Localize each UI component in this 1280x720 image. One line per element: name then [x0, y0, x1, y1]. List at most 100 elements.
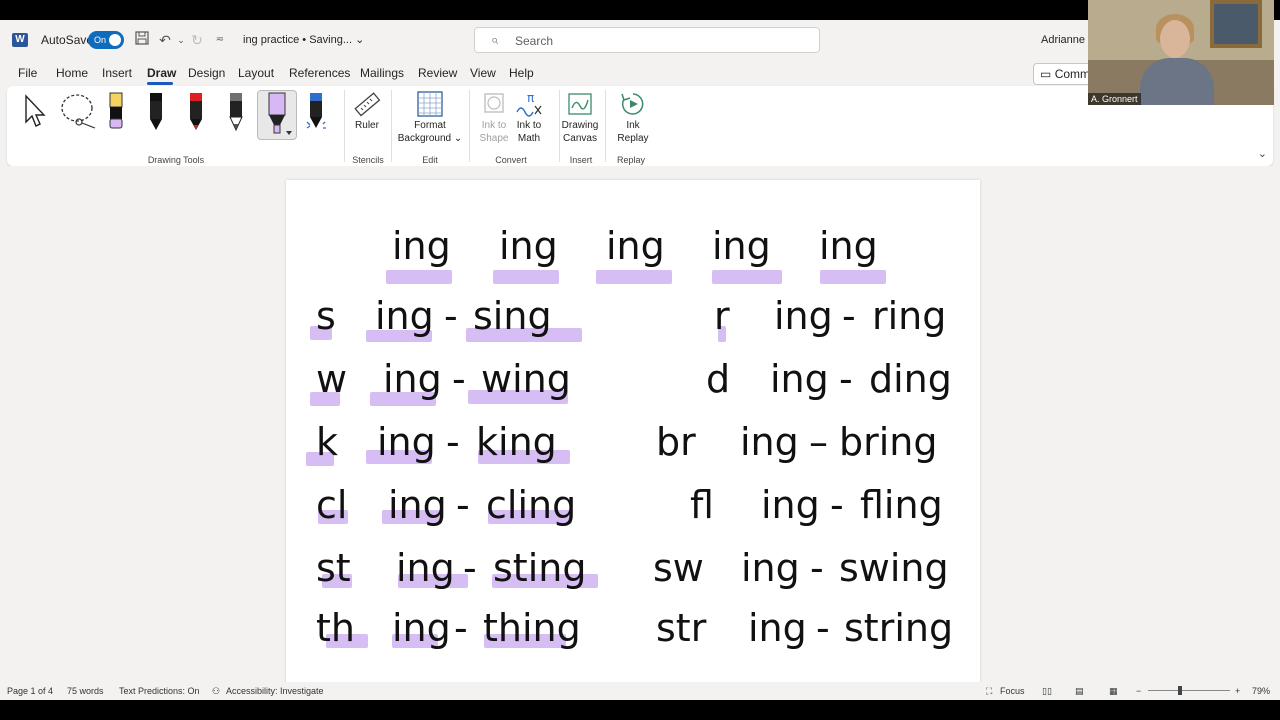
search-icon: ⌕: [491, 32, 499, 47]
tab-home[interactable]: Home: [56, 66, 88, 80]
left-stem-4: ing: [388, 483, 447, 527]
ribbon-separator: [469, 90, 470, 162]
right-prefix-6: str: [656, 606, 707, 650]
left-word-2: wing: [481, 357, 571, 401]
tab-insert[interactable]: Insert: [102, 66, 132, 80]
autosave-state: On: [94, 35, 107, 45]
tab-view[interactable]: View: [470, 66, 496, 80]
comments-label: Comm: [1054, 67, 1091, 81]
save-icon[interactable]: [133, 31, 151, 49]
word-logo-icon: W: [12, 33, 28, 47]
highlight-mark: [386, 270, 452, 284]
ribbon-collapse-icon[interactable]: ⌄: [1258, 147, 1267, 160]
right-stem-4: ing: [761, 483, 820, 527]
word-count[interactable]: 75 words: [67, 686, 104, 696]
zoom-in-icon[interactable]: +: [1235, 686, 1240, 696]
highlight-mark: [596, 270, 672, 284]
document-page[interactable]: ing ing ing ing ing s ing - sing w ing -…: [286, 180, 980, 682]
status-bar: Page 1 of 4 75 words Text Predictions: O…: [0, 682, 1280, 700]
left-word-5: sting: [493, 546, 587, 590]
tab-review[interactable]: Review: [418, 66, 457, 80]
select-tool-icon[interactable]: [23, 94, 47, 131]
ink-to-math-line2: Math: [517, 133, 541, 144]
group-replay: Replay: [616, 155, 645, 165]
right-word-6: string: [844, 606, 954, 650]
right-dash-3: –: [809, 420, 828, 464]
webcam-painting: [1210, 0, 1262, 48]
text-predictions[interactable]: Text Predictions: On: [119, 686, 200, 696]
tab-mailings[interactable]: Mailings: [360, 66, 404, 80]
format-background-icon[interactable]: [417, 90, 443, 121]
draw-ribbon: Drawing Tools Ruler Stencils Format Back…: [7, 86, 1273, 166]
tab-design[interactable]: Design: [188, 66, 225, 80]
zoom-level[interactable]: 79%: [1252, 686, 1270, 696]
ruler-label[interactable]: Ruler: [347, 119, 387, 132]
ink-to-shape-label[interactable]: Ink to Shape: [473, 119, 515, 145]
left-prefix-4: cl: [316, 483, 348, 527]
right-stem-2: ing: [770, 357, 829, 401]
ink-to-shape-icon[interactable]: [481, 90, 507, 121]
ink-to-shape-line1: Ink to: [481, 120, 507, 131]
pencil-icon[interactable]: [227, 92, 245, 135]
ruler-icon[interactable]: [353, 90, 381, 121]
document-canvas[interactable]: ing ing ing ing ing s ing - sing w ing -…: [0, 166, 1280, 682]
group-edit: Edit: [422, 155, 438, 165]
group-convert: Convert: [495, 155, 527, 165]
document-title[interactable]: ing practice • Saving... ⌄: [243, 33, 364, 46]
ink-replay-label[interactable]: Ink Replay: [613, 119, 653, 145]
header-ing-3: ing: [606, 224, 665, 268]
left-word-4: cling: [486, 483, 577, 527]
autosave-toggle[interactable]: On: [88, 31, 124, 49]
read-mode-icon[interactable]: ▯▯: [1042, 686, 1052, 697]
search-box[interactable]: ⌕ Search: [474, 27, 820, 53]
customize-toolbar-icon[interactable]: ≂: [211, 31, 229, 49]
format-background-label[interactable]: Format Background ⌄: [393, 119, 467, 145]
drawing-canvas-label[interactable]: Drawing Canvas: [559, 119, 601, 145]
left-word-3: king: [476, 420, 557, 464]
left-stem-6: ing: [392, 606, 451, 650]
accessibility-status[interactable]: Accessibility: Investigate: [226, 686, 324, 696]
zoom-slider-thumb[interactable]: [1178, 686, 1182, 695]
ink-replay-line2: Replay: [617, 133, 649, 144]
page-count[interactable]: Page 1 of 4: [7, 686, 53, 696]
left-dash-3: -: [446, 420, 460, 464]
right-prefix-5: sw: [653, 546, 704, 590]
right-dash-2: -: [839, 357, 853, 401]
left-dash-1: -: [444, 294, 458, 338]
header-ing-2: ing: [499, 224, 558, 268]
drawing-canvas-icon[interactable]: [567, 90, 593, 121]
lasso-select-icon[interactable]: [59, 92, 99, 133]
print-layout-icon[interactable]: ▤: [1075, 686, 1084, 697]
tab-references[interactable]: References: [289, 66, 350, 80]
action-pen-icon[interactable]: [305, 92, 327, 135]
ink-to-math-label[interactable]: Ink to Math: [515, 119, 543, 145]
ink-to-math-icon[interactable]: π: [515, 90, 543, 121]
ribbon-separator: [344, 90, 345, 162]
left-prefix-1: s: [316, 294, 336, 338]
svg-text:π: π: [527, 91, 534, 105]
group-insert: Insert: [569, 155, 593, 165]
redo-icon[interactable]: ↻: [188, 31, 206, 49]
focus-mode[interactable]: Focus: [1000, 686, 1025, 696]
purple-highlighter-button[interactable]: [257, 90, 297, 140]
right-stem-1: ing: [774, 294, 833, 338]
tab-help[interactable]: Help: [509, 66, 534, 80]
right-prefix-2: d: [706, 357, 731, 401]
eraser-icon[interactable]: [107, 92, 125, 135]
tab-layout[interactable]: Layout: [238, 66, 274, 80]
black-pen-icon[interactable]: [147, 92, 165, 135]
accessibility-icon: ⚇: [212, 686, 221, 696]
format-background-line2: Background ⌄: [397, 133, 463, 144]
ink-replay-icon[interactable]: [619, 90, 647, 121]
tab-file[interactable]: File: [18, 66, 37, 80]
left-prefix-6: th: [316, 606, 355, 650]
left-dash-4: -: [456, 483, 470, 527]
web-layout-icon[interactable]: ▦: [1109, 686, 1118, 697]
drawing-canvas-line2: Canvas: [563, 133, 597, 144]
left-dash-6: -: [454, 606, 468, 650]
red-pen-icon[interactable]: [187, 92, 205, 135]
tab-draw[interactable]: Draw: [147, 66, 176, 80]
right-word-1: ring: [872, 294, 947, 338]
zoom-out-icon[interactable]: −: [1136, 686, 1141, 696]
zoom-slider[interactable]: [1148, 690, 1230, 691]
